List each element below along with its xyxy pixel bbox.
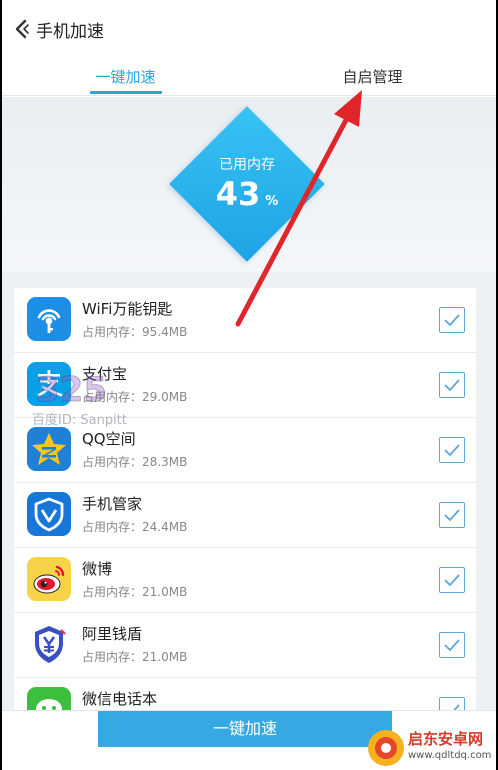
app-checkbox[interactable]: [439, 632, 465, 658]
app-memory: 占用内存：95.4MB: [82, 325, 188, 339]
memory-percent-value: 43: [215, 175, 261, 213]
app-memory: 占用内存：28.3MB: [82, 455, 188, 469]
app-name: WiFi万能钥匙: [82, 300, 173, 318]
tab-bar: 一键加速 自启管理: [2, 58, 496, 96]
list-item[interactable]: 支付宝 占用内存：29.0MB: [14, 353, 476, 418]
checkmark-icon: [444, 639, 460, 652]
back-button[interactable]: 手机加速: [12, 14, 104, 44]
app-memory: 占用内存：21.0MB: [82, 585, 188, 599]
wechat-phonebook-icon: [27, 687, 71, 710]
alipay-icon: [27, 362, 71, 406]
app-checkbox[interactable]: [439, 502, 465, 528]
page-title: 手机加速: [36, 21, 104, 42]
app-name: 微信电话本: [82, 690, 158, 708]
app-name: QQ空间: [82, 430, 136, 448]
app-name: 阿里钱盾: [82, 625, 143, 643]
list-item[interactable]: 微信电话本: [14, 678, 476, 710]
list-item[interactable]: WiFi万能钥匙 占用内存：95.4MB: [14, 288, 476, 353]
list-item[interactable]: 手机管家 占用内存：24.4MB: [14, 483, 476, 548]
memory-banner: 已用内存 43 %: [2, 97, 496, 272]
app-list: WiFi万能钥匙 占用内存：95.4MB 支付宝 占用内存：29.0MB QQ空…: [14, 288, 476, 710]
app-checkbox[interactable]: [439, 567, 465, 593]
app-name: 支付宝: [82, 365, 128, 383]
checkmark-icon: [444, 379, 460, 392]
checkmark-icon: [444, 314, 460, 327]
phone-screen: 手机加速 一键加速 自启管理 已用内存 43 % WiFi万能钥匙 占用内存：9…: [2, 0, 496, 770]
tab-one-click-boost[interactable]: 一键加速: [2, 58, 249, 95]
app-checkbox[interactable]: [439, 437, 465, 463]
weibo-icon: [27, 557, 71, 601]
checkmark-icon: [444, 574, 460, 587]
memory-percent-unit: %: [265, 194, 279, 209]
ali-shield-icon: [27, 622, 71, 666]
one-click-boost-button[interactable]: 一键加速: [98, 711, 392, 747]
back-arrow-icon: [15, 19, 29, 39]
app-checkbox[interactable]: [439, 372, 465, 398]
checkmark-icon: [444, 509, 460, 522]
phone-manager-icon: [27, 492, 71, 536]
app-memory: 占用内存：21.0MB: [82, 650, 188, 664]
tab-autostart-management[interactable]: 自启管理: [249, 58, 496, 95]
list-item[interactable]: 微博 占用内存：21.0MB: [14, 548, 476, 613]
app-name: 微博: [82, 560, 113, 578]
memory-label: 已用内存: [219, 157, 275, 173]
app-checkbox[interactable]: [439, 307, 465, 333]
app-memory: 占用内存：29.0MB: [82, 390, 188, 404]
qzone-icon: [27, 427, 71, 471]
list-item[interactable]: 阿里钱盾 占用内存：21.0MB: [14, 613, 476, 678]
header: 手机加速: [2, 0, 496, 58]
checkmark-icon: [445, 704, 460, 710]
list-item[interactable]: QQ空间 占用内存：28.3MB: [14, 418, 476, 483]
app-checkbox[interactable]: [439, 697, 465, 710]
app-memory: 占用内存：24.4MB: [82, 520, 188, 534]
wifi-key-icon: [27, 297, 71, 341]
footer-bar: 一键加速: [2, 710, 496, 770]
app-list-area: WiFi万能钥匙 占用内存：95.4MB 支付宝 占用内存：29.0MB QQ空…: [2, 272, 496, 710]
memory-indicator: 已用内存 43 %: [169, 106, 325, 262]
checkmark-icon: [444, 444, 460, 457]
app-name: 手机管家: [82, 495, 143, 513]
